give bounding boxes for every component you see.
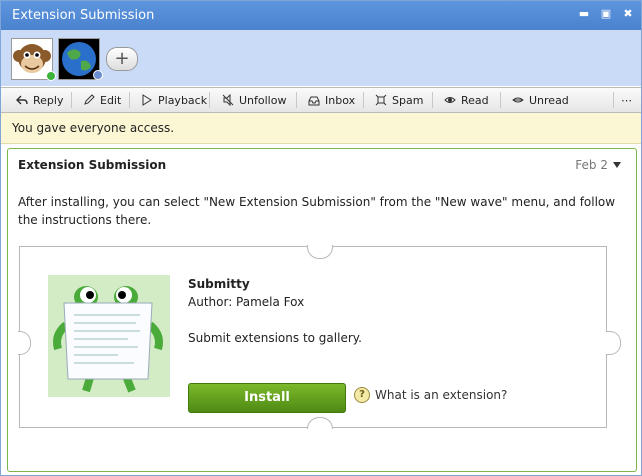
closed-eye-icon	[512, 97, 524, 103]
window-controls: ▬ ▣ ✖	[577, 7, 635, 21]
puzzle-tab	[606, 331, 621, 355]
inbox-button[interactable]: Inbox	[308, 91, 355, 109]
unread-label: Unread	[529, 93, 569, 107]
wave-toolbar: Reply Edit Playback Unfollow Inbox Spam	[1, 87, 641, 113]
blip-title: Extension Submission	[18, 158, 167, 172]
mark-unread-button[interactable]: Unread	[512, 91, 569, 109]
extension-author: Author: Pamela Fox	[188, 295, 305, 309]
toolbar-divider	[71, 92, 72, 108]
puzzle-tab	[307, 245, 333, 259]
eye-icon	[444, 97, 456, 103]
minimize-icon[interactable]: ▬	[577, 7, 591, 21]
inbox-label: Inbox	[325, 93, 356, 107]
toolbar-divider	[432, 92, 433, 108]
participants-bar: +	[1, 30, 641, 86]
puzzle-tab	[307, 417, 333, 429]
extension-installer-gadget: Submitty Author: Pamela Fox Submit exten…	[18, 245, 621, 429]
playback-label: Playback	[158, 93, 208, 107]
blip-body: After installing, you can select "New Ex…	[18, 195, 616, 227]
window-title: Extension Submission	[12, 8, 155, 23]
read-label: Read	[461, 93, 489, 107]
pencil-icon	[84, 94, 95, 105]
edit-label: Edit	[100, 93, 122, 107]
edit-button[interactable]: Edit	[83, 91, 121, 109]
frog-mascot-icon	[53, 286, 163, 393]
toolbar-divider	[209, 92, 210, 108]
toolbar-divider	[500, 92, 501, 108]
add-participant-button[interactable]: +	[106, 47, 138, 71]
more-icon: ⋯	[621, 93, 632, 107]
puzzle-tab	[18, 331, 31, 355]
access-banner: You gave everyone access.	[1, 113, 641, 144]
toolbar-divider	[613, 92, 614, 108]
mark-read-button[interactable]: Read	[444, 91, 489, 109]
install-button[interactable]: Install	[188, 383, 346, 413]
close-icon[interactable]: ✖	[621, 7, 635, 21]
extension-description: Submit extensions to gallery.	[188, 331, 362, 345]
unfollow-button[interactable]: Unfollow	[222, 91, 286, 109]
toolbar-divider	[129, 92, 130, 108]
group-icon	[93, 70, 103, 80]
blip-date-menu[interactable]: Feb 2	[575, 158, 621, 172]
reply-button[interactable]: Reply	[16, 91, 63, 109]
unfollow-label: Unfollow	[239, 93, 287, 107]
unfollow-icon	[222, 94, 234, 106]
reply-icon	[16, 95, 28, 105]
online-status-icon	[46, 71, 56, 81]
extension-name: Submitty	[188, 277, 250, 291]
reply-label: Reply	[33, 93, 64, 107]
what-is-extension-link[interactable]: ? What is an extension?	[354, 387, 507, 403]
wave-window: Extension Submission ▬ ▣ ✖ + Reply Edit …	[0, 0, 642, 476]
extension-thumbnail	[48, 275, 170, 397]
toolbar-divider	[296, 92, 297, 108]
playback-button[interactable]: Playback	[141, 91, 207, 109]
toolbar-divider	[363, 92, 364, 108]
spam-button[interactable]: Spam	[375, 91, 423, 109]
spam-icon	[375, 94, 387, 106]
blip-date: Feb 2	[575, 158, 608, 172]
spam-label: Spam	[392, 93, 424, 107]
play-icon	[142, 94, 152, 106]
help-icon: ?	[354, 387, 370, 403]
blip[interactable]: Extension Submission Feb 2 After install…	[7, 148, 637, 472]
maximize-icon[interactable]: ▣	[599, 7, 613, 21]
more-actions-button[interactable]: ⋯	[621, 91, 632, 109]
title-bar: Extension Submission ▬ ▣ ✖	[1, 1, 641, 30]
inbox-icon	[308, 96, 320, 106]
help-link-text: What is an extension?	[375, 388, 508, 402]
access-banner-text: You gave everyone access.	[12, 121, 175, 135]
chevron-down-icon	[613, 162, 621, 168]
